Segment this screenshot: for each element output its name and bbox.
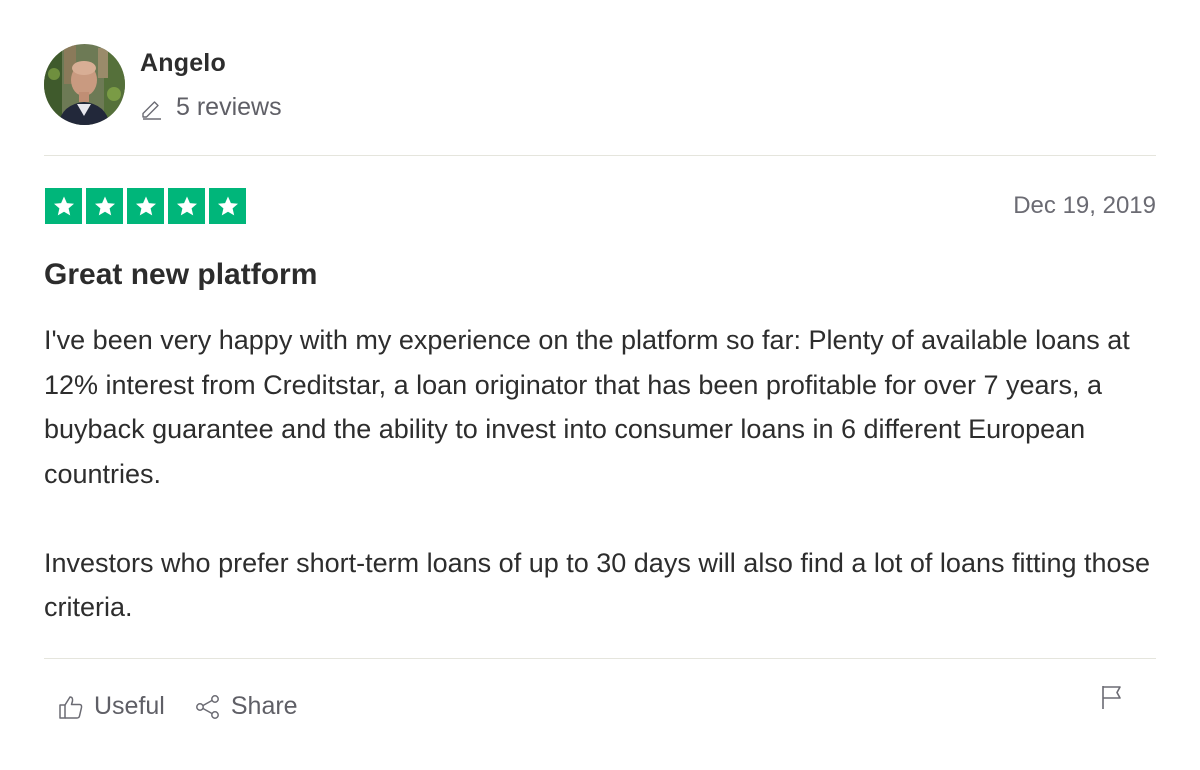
review-body: I've been very happy with my experience …: [44, 318, 1164, 630]
share-icon: [195, 694, 221, 720]
star-icon: [127, 188, 164, 224]
useful-button[interactable]: Useful: [58, 692, 165, 721]
review-paragraph: I've been very happy with my experience …: [44, 325, 1130, 489]
divider-bottom: [44, 658, 1156, 659]
author-name[interactable]: Angelo: [140, 49, 226, 78]
share-label: Share: [230, 692, 298, 720]
avatar[interactable]: [44, 44, 125, 125]
star-icon: [86, 188, 123, 224]
review-date: Dec 19, 2019: [1013, 192, 1156, 219]
pencil-icon: [140, 96, 164, 120]
thumbs-up-icon: [58, 694, 84, 720]
avatar-image: [44, 44, 125, 125]
review-count-label: 5 reviews: [176, 93, 282, 121]
review-paragraph: Investors who prefer short-term loans of…: [44, 547, 1151, 623]
star-icon: [45, 188, 82, 224]
review-card: Angelo 5 reviews Dec 19, 2019 Great new …: [0, 0, 1200, 770]
review-actions: Useful Share: [58, 692, 298, 721]
star-icon: [168, 188, 205, 224]
star-rating: [45, 188, 246, 224]
review-title: Great new platform: [44, 258, 318, 291]
review-count: 5 reviews: [140, 93, 282, 122]
divider-top: [44, 155, 1156, 156]
flag-icon: [1100, 684, 1124, 710]
share-button[interactable]: Share: [195, 692, 298, 721]
useful-label: Useful: [94, 692, 165, 720]
star-icon: [209, 188, 246, 224]
report-button[interactable]: [1100, 684, 1124, 710]
